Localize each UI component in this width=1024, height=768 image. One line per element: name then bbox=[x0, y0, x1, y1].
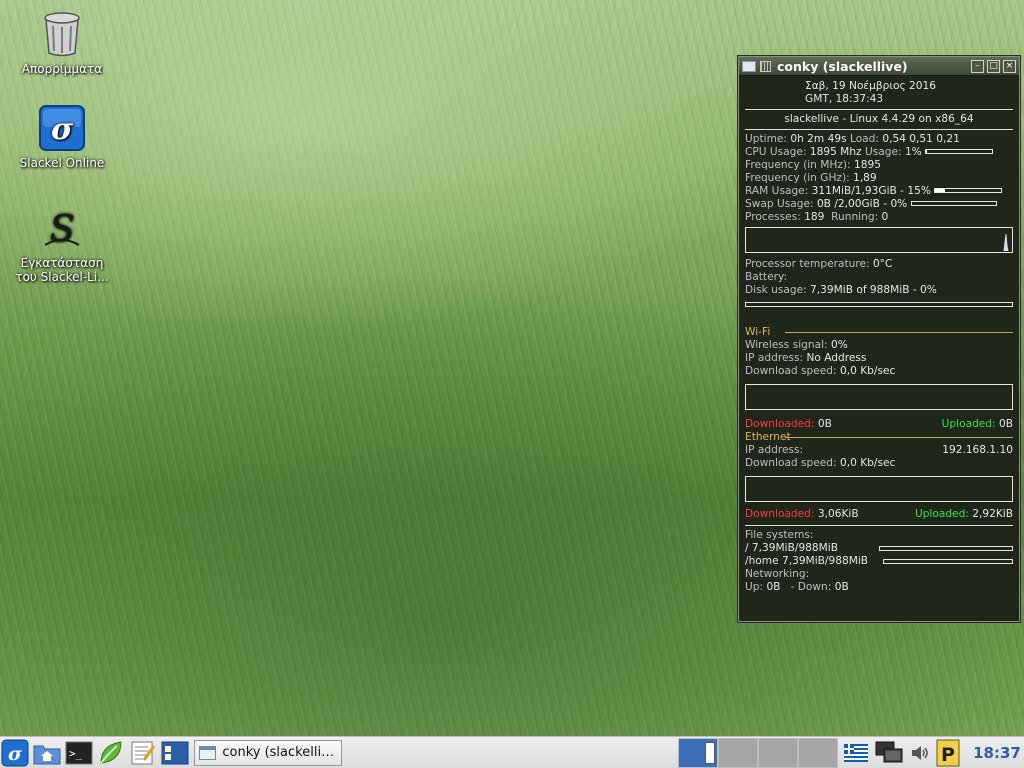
installer-label: Εγκατάσταση του Slackel-Li... bbox=[15, 256, 109, 284]
svg-text:S: S bbox=[50, 209, 75, 250]
window-icon bbox=[199, 745, 217, 760]
workspace-pager bbox=[678, 738, 838, 768]
svg-text:σ: σ bbox=[8, 743, 23, 765]
eth-dl-row: Download speed: 0,0 Kb/sec bbox=[745, 457, 896, 469]
eth-transfer-row: Downloaded: 3,06KiB Uploaded: 2,92KiB bbox=[745, 508, 1013, 520]
svg-text:σ: σ bbox=[51, 112, 74, 147]
terminal-button[interactable]: >_ bbox=[64, 738, 94, 768]
wifi-ip-row: IP address: No Address bbox=[745, 352, 867, 364]
trash-label: Απορρίμματα bbox=[21, 62, 103, 76]
fs-home-bar bbox=[883, 559, 1013, 564]
desktop-icon-trash[interactable]: Απορρίμματα bbox=[12, 10, 112, 76]
slackel-installer-icon: S bbox=[38, 204, 86, 252]
slackel-online-label: Slackel Online bbox=[19, 156, 105, 170]
ram-row: RAM Usage: 311MiB/1,93GiB - 15% bbox=[745, 185, 1013, 198]
battery-row: Battery: bbox=[745, 271, 788, 283]
ram-usage-bar bbox=[934, 187, 1003, 193]
minimize-button[interactable]: – bbox=[971, 59, 984, 73]
trash-icon bbox=[38, 10, 86, 58]
fs-title: File systems: bbox=[745, 529, 814, 541]
terminal-icon: >_ bbox=[65, 741, 93, 764]
net-title: Networking: bbox=[745, 568, 810, 580]
svg-text:>_: >_ bbox=[69, 747, 83, 760]
cpu-row: CPU Usage: 1895 Mhz Usage: 1% bbox=[745, 146, 1013, 159]
wifi-signal-row: Wireless signal: 0% bbox=[745, 339, 848, 351]
menu-grip-icon[interactable] bbox=[760, 60, 771, 72]
conky-window[interactable]: conky (slackellive) – □ × Σαβ, 19 Νοέμβρ… bbox=[738, 56, 1020, 622]
leaf-browser-icon bbox=[100, 740, 122, 764]
window-icon bbox=[742, 60, 756, 72]
window-title: conky (slackellive) bbox=[777, 58, 908, 74]
close-button[interactable]: × bbox=[1003, 59, 1016, 73]
freq-ghz-row: Frequency (in GHz): 1,89 bbox=[745, 172, 877, 184]
freq-mhz-row: Frequency (in MHz): 1895 bbox=[745, 159, 881, 171]
start-menu-button[interactable]: σ bbox=[0, 738, 30, 768]
swap-row: Swap Usage: 0B /2,00GiB - 0% bbox=[745, 198, 1013, 211]
workspace-4[interactable] bbox=[798, 738, 838, 768]
svg-text:P: P bbox=[941, 744, 955, 766]
text-editor-icon bbox=[131, 741, 156, 764]
proc-row: Processes: 189 Running: 0 bbox=[745, 211, 889, 223]
wifi-title: Wi-Fi bbox=[745, 326, 1013, 339]
disk-usage-bar bbox=[745, 301, 1013, 307]
clock[interactable]: 18:37 bbox=[970, 737, 1024, 768]
swap-usage-bar bbox=[910, 200, 997, 206]
conky-content: Σαβ, 19 Νοέμβριος 2016 GMT, 18:37:43 sla… bbox=[739, 76, 1019, 621]
temp-row: Processor temperature: 0°C bbox=[745, 258, 893, 270]
show-desktop-button[interactable] bbox=[160, 738, 190, 768]
eth-graph bbox=[745, 476, 1013, 502]
system-tray: P bbox=[844, 738, 960, 768]
net-row: Up: 0B - Down: 0B bbox=[745, 581, 849, 593]
show-desktop-icon bbox=[161, 741, 189, 764]
cpu-usage-bar bbox=[925, 148, 994, 154]
eth-ip-row: IP address: 192.168.1.10 bbox=[745, 444, 1013, 456]
workspace-1[interactable] bbox=[678, 738, 718, 768]
wifi-dl-row: Download speed: 0,0 Kb/sec bbox=[745, 365, 896, 377]
network-icon[interactable] bbox=[874, 740, 904, 766]
uptime-row: Uptime: 0h 2m 49s Load: 0,54 0,51 0,21 bbox=[745, 133, 960, 145]
text-editor-button[interactable] bbox=[128, 738, 158, 768]
desktop-icon-installer[interactable]: S Εγκατάσταση του Slackel-Li... bbox=[12, 204, 112, 284]
host-line: slackellive - Linux 4.4.29 on x86_64 bbox=[784, 113, 974, 125]
disk-row: Disk usage: 7,39MiB of 988MiB - 0% bbox=[745, 284, 937, 296]
fs-home-row: /home 7,39MiB/988MiB bbox=[745, 555, 1013, 568]
taskbar-task-conky[interactable]: conky (slackellive) bbox=[194, 739, 342, 766]
home-folder-button[interactable] bbox=[32, 738, 62, 768]
time-line: GMT, 18:37:43 bbox=[805, 93, 884, 105]
slackel-online-icon: σ bbox=[38, 104, 86, 152]
date-line: Σαβ, 19 Νοέμβριος 2016 bbox=[805, 80, 936, 92]
package-updater-icon[interactable]: P bbox=[936, 739, 960, 767]
cpu-graph bbox=[745, 227, 1013, 253]
fs-root-bar bbox=[879, 546, 1013, 551]
workspace-2[interactable] bbox=[718, 738, 758, 768]
ethernet-title: Ethernet bbox=[745, 431, 1013, 444]
workspace-3[interactable] bbox=[758, 738, 798, 768]
greek-flag-icon[interactable] bbox=[844, 744, 868, 762]
slackel-menu-icon: σ bbox=[1, 739, 29, 766]
desktop-icon-slackel-online[interactable]: σ Slackel Online bbox=[12, 104, 112, 170]
maximize-button[interactable]: □ bbox=[987, 59, 1000, 73]
wifi-transfer-row: Downloaded: 0B Uploaded: 0B bbox=[745, 418, 1013, 430]
fs-root-row: / 7,39MiB/988MiB bbox=[745, 542, 1013, 555]
taskbar: σ >_ conky (slackellive) P 18:37 bbox=[0, 736, 1024, 768]
browser-button[interactable] bbox=[96, 738, 126, 768]
conky-titlebar[interactable]: conky (slackellive) – □ × bbox=[739, 57, 1019, 76]
home-folder-icon bbox=[33, 745, 61, 764]
wifi-graph bbox=[745, 384, 1013, 410]
volume-icon[interactable] bbox=[910, 743, 930, 763]
